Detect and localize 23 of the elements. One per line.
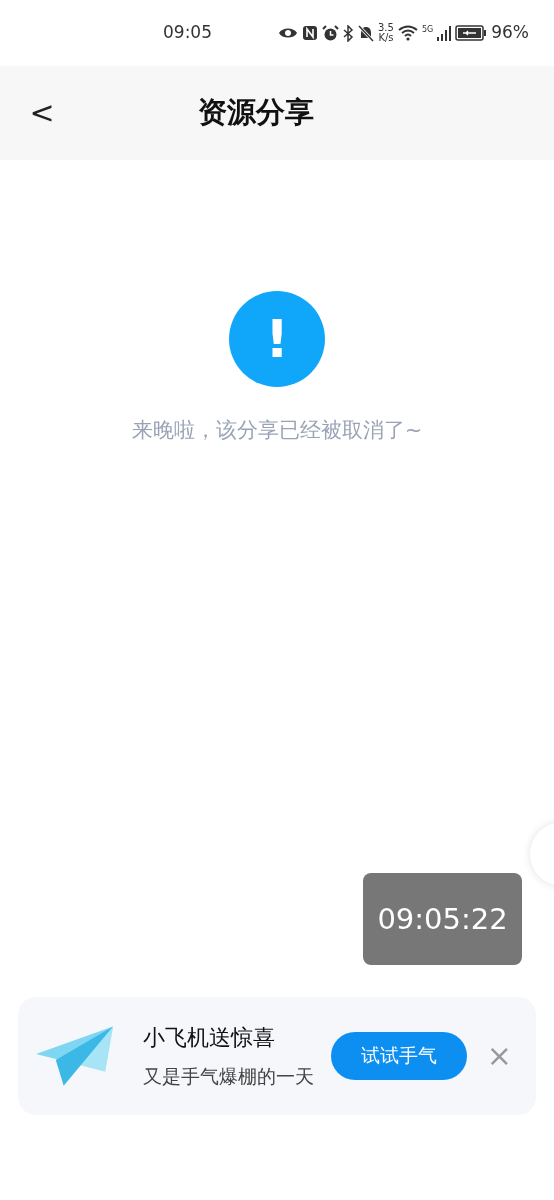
speed-value: 3.5 <box>378 23 394 33</box>
alarm-icon <box>322 24 339 42</box>
banner-title: 小飞机送惊喜 <box>143 1023 277 1052</box>
try-luck-button[interactable]: 试试手气 <box>331 1031 467 1080</box>
close-button[interactable]: × <box>480 1039 518 1072</box>
bluetooth-icon <box>343 24 354 42</box>
battery-icon <box>455 25 488 41</box>
banner-subtitle: 又是手气爆棚的一天 <box>143 1063 316 1089</box>
status-time: 09:05 <box>163 21 212 45</box>
alert-icon: ! <box>229 291 325 387</box>
network-type: 5G <box>421 24 434 37</box>
notice-message: 来晚啦，该分享已经被取消了~ <box>130 417 424 444</box>
nfc-icon <box>302 25 318 41</box>
timer-display: 09:05:22 <box>363 872 522 965</box>
signal-icon <box>437 25 452 41</box>
paper-plane-icon <box>36 1025 114 1086</box>
speed-unit: K/s <box>378 33 394 43</box>
back-button[interactable]: < <box>22 97 62 129</box>
page-title: 资源分享 <box>198 94 314 132</box>
battery-percent: 96% <box>491 21 529 45</box>
eye-icon <box>278 26 298 40</box>
wifi-icon <box>397 25 418 41</box>
muted-bell-icon <box>358 24 374 42</box>
